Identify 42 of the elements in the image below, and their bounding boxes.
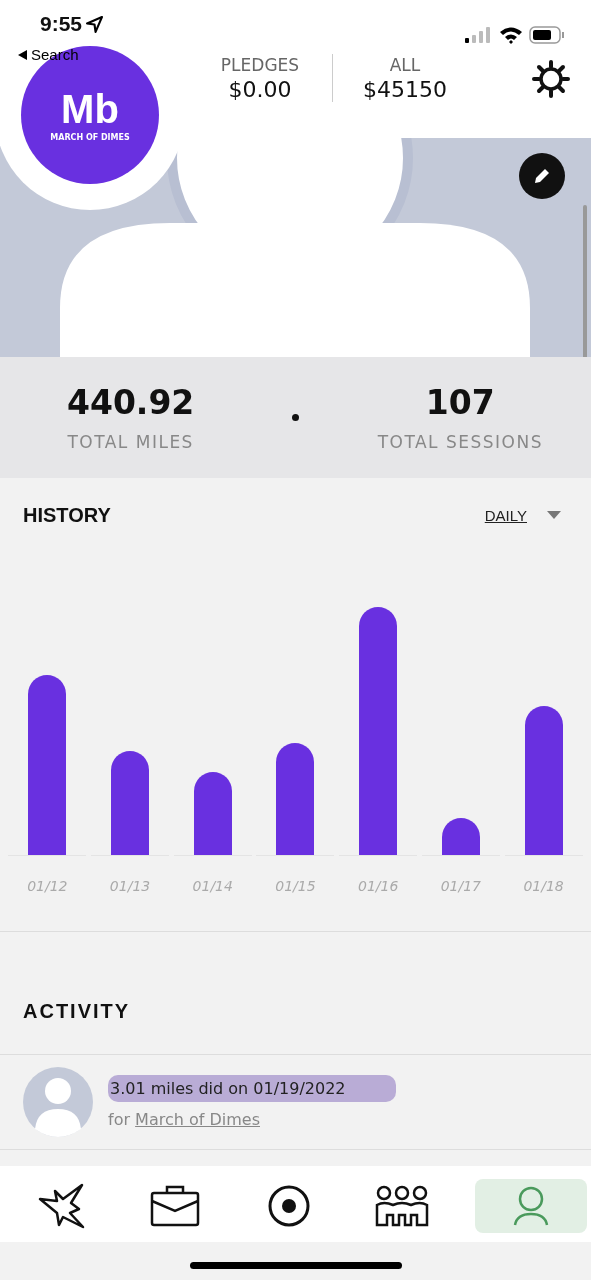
edit-button[interactable] bbox=[519, 153, 565, 199]
section-title: HISTORY bbox=[23, 504, 111, 527]
record-icon bbox=[267, 1185, 310, 1227]
back-triangle-icon bbox=[18, 49, 27, 60]
separator-dot bbox=[292, 414, 299, 421]
team-icon bbox=[374, 1185, 429, 1227]
axis-label: 01/14 bbox=[192, 878, 233, 894]
total-value: 440.92 bbox=[67, 383, 195, 422]
axis-label: 01/12 bbox=[27, 878, 68, 894]
nav-person-tab[interactable] bbox=[475, 1179, 587, 1233]
activity-summary: 3.01 miles did on 01/19/2022 bbox=[108, 1075, 396, 1102]
burst-icon bbox=[37, 1183, 87, 1229]
logo-text: MARCH OF DIMES bbox=[50, 132, 130, 142]
stat-label: ALL bbox=[389, 54, 421, 75]
stat-value: $45150 bbox=[363, 76, 447, 102]
battery-icon bbox=[529, 26, 565, 44]
logo-mark: Mb bbox=[61, 88, 119, 129]
caret-icon bbox=[547, 511, 561, 520]
pencil-icon bbox=[532, 166, 552, 186]
person-icon bbox=[513, 1186, 549, 1226]
avatar-icon bbox=[23, 1067, 93, 1137]
axis-label: 01/16 bbox=[357, 878, 399, 894]
settings-icon bbox=[532, 60, 570, 98]
axis-label: 01/18 bbox=[523, 878, 564, 894]
activity-cause: for March of Dimes bbox=[108, 1110, 261, 1129]
stat-value: $0.00 bbox=[228, 76, 292, 102]
axis-label: 01/15 bbox=[275, 878, 316, 894]
section-title: ACTIVITY bbox=[23, 999, 131, 1023]
briefcase-icon bbox=[150, 1185, 201, 1227]
axis-label: 01/17 bbox=[440, 878, 482, 894]
total-label: TOTAL MILES bbox=[67, 432, 194, 452]
signal-icon bbox=[465, 27, 493, 43]
total-label: TOTAL SESSIONS bbox=[377, 432, 543, 452]
stat-label: PLEDGES bbox=[220, 54, 300, 75]
axis-label: 01/13 bbox=[109, 878, 151, 894]
total-value: 107 bbox=[425, 383, 495, 422]
settings-button[interactable] bbox=[532, 60, 570, 98]
chart-bar bbox=[441, 818, 480, 855]
wifi-icon bbox=[499, 26, 523, 44]
period-dropdown[interactable]: DAILY bbox=[484, 507, 561, 524]
location-arrow-icon bbox=[86, 15, 104, 33]
status-time: 9:55 bbox=[40, 12, 83, 36]
